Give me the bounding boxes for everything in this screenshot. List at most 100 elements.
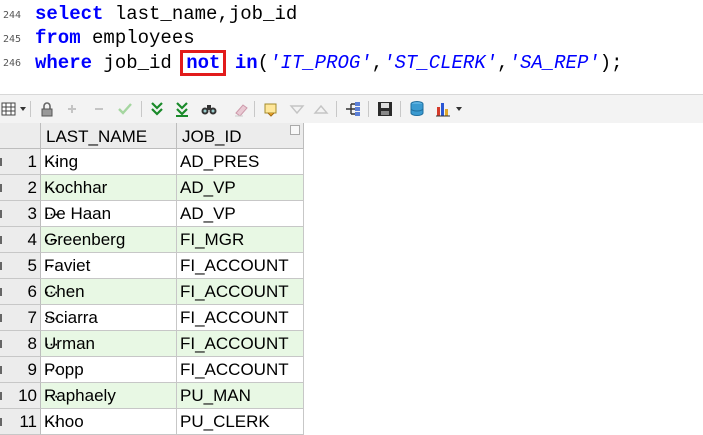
ellipsis-icon[interactable]: ··· [44, 334, 173, 354]
last-name-cell[interactable]: Chen ··· [41, 279, 177, 305]
ellipsis-icon[interactable]: ··· [44, 230, 173, 250]
filter-down-icon[interactable] [148, 100, 166, 118]
table-row[interactable]: 4 Greenberg ··· FI_MGR [0, 227, 304, 253]
save-icon[interactable] [376, 100, 394, 118]
job-id-cell[interactable]: FI_ACCOUNT [177, 253, 304, 279]
chart-icon[interactable] [434, 100, 452, 118]
apply-icon[interactable] [116, 100, 134, 118]
code-text[interactable]: from employees [35, 26, 195, 50]
lock-icon[interactable] [38, 100, 56, 118]
arrow-down-icon[interactable] [288, 100, 306, 118]
grid-empty-area [304, 123, 703, 435]
table-row[interactable]: 11 Khoo ··· PU_CLERK [0, 409, 304, 435]
eraser-icon[interactable] [232, 100, 250, 118]
table-row[interactable]: 5 Faviet ··· FI_ACCOUNT [0, 253, 304, 279]
database-icon[interactable] [408, 100, 426, 118]
job-id-cell[interactable]: FI_ACCOUNT [177, 357, 304, 383]
table-row[interactable]: 1 King ··· AD_PRES [0, 149, 304, 175]
last-name-cell[interactable]: King ··· [41, 149, 177, 175]
ellipsis-icon[interactable]: ··· [44, 412, 173, 432]
job-id-cell[interactable]: AD_VP [177, 175, 304, 201]
job-id-cell[interactable]: FI_ACCOUNT [177, 331, 304, 357]
last-name-cell[interactable]: Khoo ··· [41, 409, 177, 435]
code-text[interactable]: select last_name,job_id [35, 2, 297, 26]
row-number-cell[interactable]: 9 [0, 357, 41, 383]
job-id-cell[interactable]: FI_MGR [177, 227, 304, 253]
job-id-cell[interactable]: AD_VP [177, 201, 304, 227]
last-name-cell[interactable]: Greenberg ··· [41, 227, 177, 253]
ellipsis-icon[interactable]: ··· [44, 256, 173, 276]
filter-clear-icon[interactable] [173, 100, 191, 118]
ellipsis-icon[interactable]: ··· [44, 282, 173, 302]
job-id-cell[interactable]: PU_CLERK [177, 409, 304, 435]
row-number-cell[interactable]: 4 [0, 227, 41, 253]
row-number-cell[interactable]: 1 [0, 149, 41, 175]
table-row[interactable]: 10 Raphaely ··· PU_MAN [0, 383, 304, 409]
job-id-cell[interactable]: FI_ACCOUNT [177, 279, 304, 305]
ellipsis-icon[interactable]: ··· [44, 178, 173, 198]
column-menu-button[interactable] [290, 125, 300, 135]
last-name-cell[interactable]: Kochhar ··· [41, 175, 177, 201]
sql-editor[interactable]: 244 select last_name,job_id 245 from emp… [0, 0, 703, 84]
row-number: 1 [27, 152, 37, 171]
result-grid[interactable]: LAST_NAME JOB_ID 1 King ··· AD_PRES 2 Kochhar… [0, 123, 304, 435]
job-id-value: FI_ACCOUNT [180, 360, 289, 379]
row-number-cell[interactable]: 3 [0, 201, 41, 227]
job-id-cell[interactable]: AD_PRES [177, 149, 304, 175]
job-id-value: AD_VP [180, 178, 236, 197]
row-marker [0, 418, 2, 426]
toolbar-divider [254, 101, 255, 117]
row-number-cell[interactable]: 11 [0, 409, 41, 435]
table-row[interactable]: 3 De Haan ··· AD_VP [0, 201, 304, 227]
job-id-value: AD_PRES [180, 152, 260, 171]
job-id-value: PU_MAN [180, 386, 251, 405]
job-id-cell[interactable]: PU_MAN [177, 383, 304, 409]
table-row[interactable]: 8 Urman ··· FI_ACCOUNT [0, 331, 304, 357]
sql-punct: ); [599, 52, 623, 74]
column-header-job-id[interactable]: JOB_ID [177, 123, 304, 149]
find-icon[interactable] [200, 100, 218, 118]
grid-icon[interactable] [0, 100, 18, 118]
last-name-cell[interactable]: Urman ··· [41, 331, 177, 357]
remove-icon[interactable] [90, 100, 108, 118]
row-number-cell[interactable]: 6 [0, 279, 41, 305]
add-icon[interactable] [63, 100, 81, 118]
ellipsis-icon[interactable]: ··· [44, 360, 173, 380]
last-name-cell[interactable]: Raphaely ··· [41, 383, 177, 409]
job-id-value: FI_MGR [180, 230, 245, 249]
ellipsis-icon[interactable]: ··· [44, 204, 173, 224]
row-number-cell[interactable]: 5 [0, 253, 41, 279]
row-number: 2 [27, 178, 37, 197]
row-number-cell[interactable]: 8 [0, 331, 41, 357]
line-number: 244 [3, 10, 22, 21]
code-text[interactable]: where job_id not in('IT_PROG','ST_CLERK'… [35, 50, 623, 76]
ellipsis-icon[interactable]: ··· [44, 152, 173, 172]
sql-keyword: where [35, 52, 93, 74]
table-row[interactable]: 7 Sciarra ··· FI_ACCOUNT [0, 305, 304, 331]
row-marker [0, 236, 2, 244]
table-row[interactable]: 2 Kochhar ··· AD_VP [0, 175, 304, 201]
chevron-down-icon[interactable] [456, 107, 462, 111]
tree-icon[interactable] [344, 100, 362, 118]
ellipsis-icon[interactable]: ··· [44, 308, 173, 328]
chevron-down-icon[interactable] [20, 107, 26, 111]
export-icon[interactable] [262, 100, 280, 118]
table-row[interactable]: 9 Popp ··· FI_ACCOUNT [0, 357, 304, 383]
line-number: 246 [3, 58, 22, 69]
job-id-cell[interactable]: FI_ACCOUNT [177, 305, 304, 331]
row-number: 10 [18, 386, 37, 405]
arrow-up-icon[interactable] [312, 100, 330, 118]
job-id-value: FI_ACCOUNT [180, 334, 289, 353]
ellipsis-icon[interactable]: ··· [44, 386, 173, 406]
row-number-cell[interactable]: 2 [0, 175, 41, 201]
table-row[interactable]: 6 Chen ··· FI_ACCOUNT [0, 279, 304, 305]
last-name-cell[interactable]: Popp ··· [41, 357, 177, 383]
last-name-cell[interactable]: De Haan ··· [41, 201, 177, 227]
last-name-cell[interactable]: Sciarra ··· [41, 305, 177, 331]
row-number-cell[interactable]: 7 [0, 305, 41, 331]
grid-corner-header[interactable] [0, 123, 41, 149]
column-header-last-name[interactable]: LAST_NAME [41, 123, 177, 149]
last-name-cell[interactable]: Faviet ··· [41, 253, 177, 279]
row-number-cell[interactable]: 10 [0, 383, 41, 409]
highlighted-not-keyword: not [180, 50, 227, 76]
